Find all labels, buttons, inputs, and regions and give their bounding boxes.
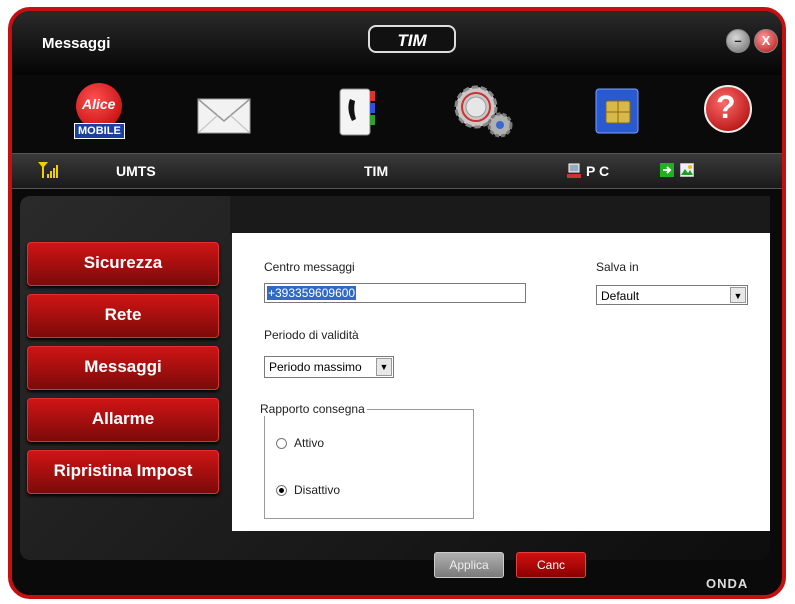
centro-messaggi-value: +393359609600 bbox=[267, 286, 357, 300]
title-bar: Messaggi TIM – X bbox=[12, 11, 782, 75]
window-title: Messaggi bbox=[42, 35, 111, 52]
rapporto-consegna-label: Rapporto consegna bbox=[258, 402, 367, 416]
rapporto-consegna-group bbox=[264, 409, 474, 519]
alice-label: Alice bbox=[82, 96, 116, 112]
panel-header bbox=[230, 196, 770, 234]
login-icon bbox=[660, 163, 674, 177]
help-icon[interactable]: ? bbox=[702, 83, 760, 141]
nav-ripristina-button[interactable]: Ripristina Impost bbox=[27, 450, 219, 494]
envelope-icon[interactable] bbox=[196, 83, 254, 141]
pc-mode: P C bbox=[586, 163, 610, 179]
settings-gear-icon[interactable] bbox=[450, 83, 520, 141]
attivo-radio[interactable] bbox=[276, 438, 287, 449]
apply-button[interactable]: Applica bbox=[434, 552, 504, 578]
nav-rete-button[interactable]: Rete bbox=[27, 294, 219, 338]
phonebook-icon[interactable] bbox=[330, 83, 388, 141]
periodo-validita-label: Periodo di validità bbox=[264, 328, 359, 342]
minimize-button[interactable]: – bbox=[726, 29, 750, 53]
close-button[interactable]: X bbox=[754, 29, 778, 53]
nav-allarme-button[interactable]: Allarme bbox=[27, 398, 219, 442]
disattivo-label: Disattivo bbox=[294, 483, 341, 497]
salva-in-value: Default bbox=[601, 289, 640, 303]
operator-name: TIM bbox=[364, 163, 389, 179]
picture-icon bbox=[680, 163, 694, 177]
centro-messaggi-label: Centro messaggi bbox=[264, 260, 355, 274]
salva-in-label: Salva in bbox=[596, 260, 639, 274]
attivo-label: Attivo bbox=[294, 436, 325, 450]
signal-strength-icon bbox=[38, 162, 58, 178]
status-bar: UMTS TIM P C bbox=[12, 153, 782, 189]
cancel-button[interactable]: Canc bbox=[516, 552, 586, 578]
tim-logo: TIM bbox=[368, 25, 456, 53]
toolbar: Alice MOBILE ? bbox=[12, 75, 782, 153]
network-type: UMTS bbox=[116, 163, 156, 179]
chevron-down-icon[interactable]: ▼ bbox=[730, 287, 746, 303]
chevron-down-icon[interactable]: ▼ bbox=[376, 358, 392, 376]
sim-card-icon[interactable] bbox=[590, 83, 648, 141]
nav-messaggi-button[interactable]: Messaggi bbox=[27, 346, 219, 390]
salva-in-select[interactable]: Default ▼ bbox=[596, 285, 748, 305]
pc-connection-icon bbox=[567, 163, 581, 178]
onda-logo: ONDA bbox=[706, 576, 749, 591]
nav-sicurezza-button[interactable]: Sicurezza bbox=[27, 242, 219, 286]
help-label: ? bbox=[716, 89, 736, 125]
centro-messaggi-input[interactable]: +393359609600 bbox=[264, 283, 526, 303]
disattivo-radio[interactable] bbox=[276, 485, 287, 496]
alice-mobile-icon[interactable]: Alice MOBILE bbox=[72, 83, 130, 141]
mobile-label: MOBILE bbox=[74, 123, 125, 139]
periodo-validita-value: Periodo massimo bbox=[269, 360, 362, 374]
periodo-validita-select[interactable]: Periodo massimo ▼ bbox=[264, 356, 394, 378]
